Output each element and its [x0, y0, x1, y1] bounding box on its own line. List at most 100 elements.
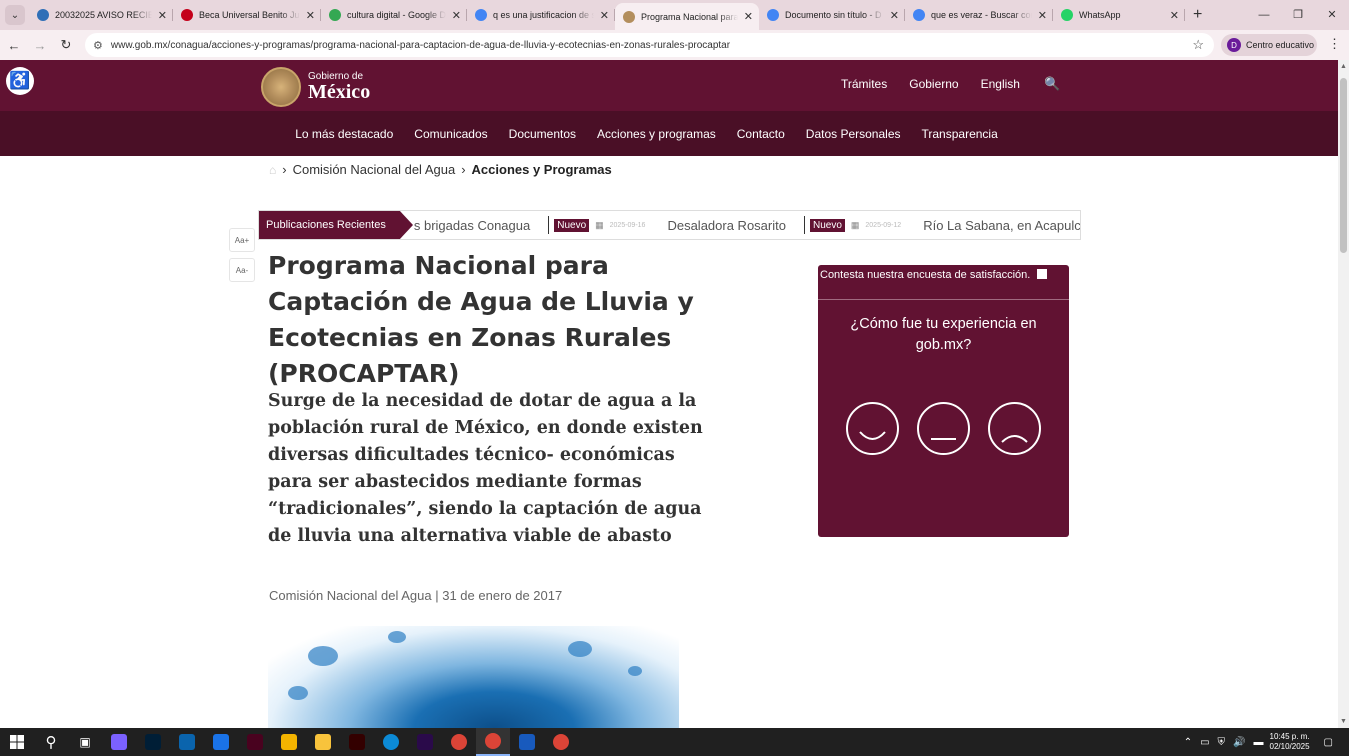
tab-close-icon[interactable]: ✕ [890, 9, 899, 22]
tab-2[interactable]: Beca Universal Benito Juárez ✕ [173, 0, 321, 30]
nav-tramites[interactable]: Trámites [841, 77, 887, 91]
survey-header-text: Contesta nuestra encuesta de satisfacció… [820, 269, 1031, 281]
chrome-icon[interactable] [442, 728, 476, 756]
tab-close-icon[interactable]: ✕ [1170, 9, 1179, 22]
home-icon[interactable]: ⌂ [269, 163, 276, 177]
bookmark-star-icon[interactable]: ☆ [1192, 37, 1204, 53]
tab-1[interactable]: 20032025 AVISO RECIBO ✕ [29, 0, 173, 30]
nav-transparencia[interactable]: Transparencia [922, 127, 998, 141]
url-text: www.gob.mx/conagua/acciones-y-programas/… [110, 39, 731, 51]
tab-close-icon[interactable]: ✕ [600, 9, 609, 22]
tab-favicon-icon [767, 9, 779, 21]
nav-datos-personales[interactable]: Datos Personales [806, 127, 901, 141]
indesign-icon[interactable] [238, 728, 272, 756]
word-icon[interactable] [510, 728, 544, 756]
accessibility-icon[interactable]: ♿ [6, 67, 34, 95]
outlook-icon[interactable] [170, 728, 204, 756]
nav-acciones-y-programas[interactable]: Acciones y programas [597, 127, 716, 141]
copilot-icon[interactable] [102, 728, 136, 756]
ticker-item[interactable]: Nuevo ▦ 2025-09-12 Río La Sabana, en Aca… [809, 217, 1081, 233]
tab-favicon-icon [623, 10, 635, 23]
tab-title: Documento sin título - D [785, 10, 882, 20]
back-icon[interactable]: ← [2, 38, 26, 53]
address-bar[interactable]: ⚙ www.gob.mx/conagua/acciones-y-programa… [85, 33, 1214, 57]
ticker-item-title: Río La Sabana, en Acapulco [923, 217, 1081, 233]
tab-close-icon[interactable]: ✕ [744, 10, 753, 23]
national-seal-icon [261, 67, 301, 107]
photoshop-icon[interactable] [136, 728, 170, 756]
tab-title: q es una justificacion de s [493, 10, 594, 20]
search-icon[interactable]: ⚲ [34, 728, 68, 756]
illustrator-icon[interactable] [340, 728, 374, 756]
tab-7[interactable]: que es veraz - Buscar con ✕ [905, 0, 1053, 30]
tab-title: 20032025 AVISO RECIBO [55, 10, 152, 20]
tab-3[interactable]: cultura digital - Google Drive ✕ [321, 0, 467, 30]
clock-time: 10:45 p. m. [1269, 732, 1310, 741]
chrome-profile-icon[interactable] [476, 728, 510, 756]
breadcrumb-item-current: Acciones y Programas [471, 162, 612, 177]
close-window-icon[interactable]: ✕ [1315, 0, 1349, 30]
forward-icon[interactable]: → [28, 38, 52, 53]
nav-english[interactable]: English [981, 77, 1020, 91]
font-increase-button[interactable]: Aa+ [229, 228, 255, 252]
nav-comunicados[interactable]: Comunicados [414, 127, 487, 141]
start-icon[interactable] [0, 728, 34, 756]
task-view-icon[interactable]: ▣ [68, 728, 102, 756]
browser-menu-icon[interactable]: ⋮ [1328, 36, 1341, 52]
tab-favicon-icon [475, 9, 487, 21]
tab-search-button[interactable]: ⌄ [5, 5, 25, 25]
tab-close-icon[interactable]: ✕ [158, 9, 167, 22]
tab-title: cultura digital - Google Drive [347, 10, 446, 20]
minimize-icon[interactable]: — [1247, 0, 1281, 30]
ticker-item-title: s brigadas Conagua [413, 217, 531, 233]
page-scrollbar[interactable]: ▲ ▼ [1338, 60, 1349, 728]
ticker-item[interactable]: Nuevo ▦ 2025-09-16 Desaladora Rosarito [554, 218, 786, 233]
taskbar-clock[interactable]: 10:45 p. m. 02/10/2025 [1270, 732, 1310, 752]
nav-lo-mas-destacado[interactable]: Lo más destacado [295, 127, 393, 141]
nav-contacto[interactable]: Contacto [737, 127, 785, 141]
scroll-up-icon[interactable]: ▲ [1340, 63, 1347, 70]
calendar-icon[interactable] [272, 728, 306, 756]
store-icon[interactable] [204, 728, 238, 756]
water-splash-image [268, 626, 679, 728]
chrome-alt-icon[interactable] [544, 728, 578, 756]
nav-gobierno[interactable]: Gobierno [909, 77, 958, 91]
ticker-item[interactable]: s brigadas Conagua [414, 218, 530, 233]
gob-header: ♿ Gobierno de México Trámites Gobierno E… [0, 60, 1338, 111]
breadcrumb-item-conagua[interactable]: Comisión Nacional del Agua [293, 162, 456, 177]
tab-close-icon[interactable]: ✕ [452, 9, 461, 22]
tab-close-icon[interactable]: ✕ [1038, 9, 1047, 22]
tray-devices-icon[interactable]: ▭ [1200, 737, 1209, 748]
tray-chevron-icon[interactable]: ⌃ [1184, 737, 1192, 748]
logo-line2: México [308, 81, 371, 103]
network-icon[interactable]: ▬ [1254, 737, 1264, 748]
new-badge: Nuevo [809, 218, 845, 232]
search-icon[interactable]: 🔍 [1044, 76, 1060, 92]
edge-icon[interactable] [374, 728, 408, 756]
tab-title: WhatsApp [1079, 10, 1121, 20]
happy-face-icon[interactable] [846, 402, 899, 455]
volume-icon[interactable]: 🔊 [1233, 737, 1245, 748]
sad-face-icon[interactable] [988, 402, 1041, 455]
scroll-down-icon[interactable]: ▼ [1340, 718, 1347, 725]
reload-icon[interactable]: ↻ [54, 37, 78, 53]
scrollbar-thumb[interactable] [1340, 78, 1347, 253]
premiere-icon[interactable] [408, 728, 442, 756]
new-tab-button[interactable]: + [1193, 6, 1202, 24]
satisfaction-survey: Contesta nuestra encuesta de satisfacció… [818, 265, 1069, 537]
tab-8[interactable]: WhatsApp ✕ [1053, 0, 1185, 30]
tab-6[interactable]: Documento sin título - D ✕ [759, 0, 905, 30]
nav-documentos[interactable]: Documentos [509, 127, 576, 141]
tab-5[interactable]: Programa Nacional para C ✕ [615, 3, 759, 30]
notifications-icon[interactable]: ▢ [1324, 737, 1333, 748]
tab-4[interactable]: q es una justificacion de s ✕ [467, 0, 615, 30]
profile-button[interactable]: D Centro educativo [1221, 34, 1317, 56]
tab-close-icon[interactable]: ✕ [306, 9, 315, 22]
maximize-icon[interactable]: ❐ [1281, 0, 1315, 30]
font-decrease-button[interactable]: Aa- [229, 258, 255, 282]
file-explorer-icon[interactable] [306, 728, 340, 756]
site-info-icon[interactable]: ⚙ [93, 39, 103, 52]
gobierno-logo[interactable]: Gobierno de México [261, 67, 370, 107]
tray-security-icon[interactable]: ⛨ [1218, 737, 1226, 748]
neutral-face-icon[interactable] [917, 402, 970, 455]
